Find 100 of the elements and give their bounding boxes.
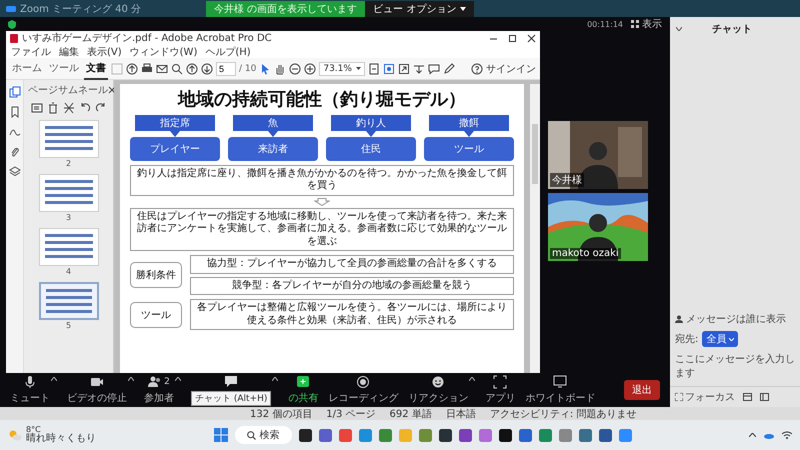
toolbar-button[interactable]: アプリ [485, 375, 516, 405]
rotate-left-icon[interactable] [78, 102, 90, 114]
print-icon[interactable] [141, 62, 153, 74]
zoom-in-icon[interactable] [304, 62, 316, 74]
paperclip-icon[interactable] [8, 146, 20, 158]
comment-icon[interactable] [428, 62, 440, 74]
message-field[interactable]: ここにメッセージを入力します [675, 352, 795, 382]
sign-in-button[interactable]: サインイン [486, 62, 536, 76]
app-icon[interactable] [298, 428, 312, 442]
concept-box: 来訪者 [228, 136, 318, 161]
full-screen-icon[interactable] [398, 62, 410, 74]
caret-icon [460, 6, 466, 10]
down-arrow-icon[interactable] [201, 62, 213, 74]
panel-title: ページサムネール [28, 84, 108, 97]
rotate-right-icon[interactable] [94, 102, 106, 114]
toolbar-button[interactable]: ビデオの停止 [67, 375, 127, 405]
focus-button[interactable]: フォーカス [675, 390, 735, 404]
down-arrow-icon [464, 130, 474, 137]
wifi-icon[interactable] [782, 431, 792, 439]
recipient-label: 宛先: [675, 332, 698, 346]
whiteboard-icon [553, 375, 568, 389]
meeting-timer: 00:11:14 [587, 20, 623, 28]
slide-title: 地域の持続可能性（釣り堀モデル） [176, 89, 467, 111]
recipient-dropdown[interactable]: 全員 [702, 331, 738, 347]
menu-item[interactable]: ファイル [11, 44, 51, 58]
menu-item[interactable]: 表示(V) [87, 44, 122, 58]
windows-start-icon[interactable] [214, 428, 228, 442]
page-count: / 10 [239, 64, 256, 74]
tab[interactable]: ホーム [10, 58, 44, 80]
view-button[interactable]: 表示 [631, 17, 662, 31]
close-icon[interactable] [108, 86, 116, 94]
app-icon[interactable] [438, 428, 452, 442]
caret-icon[interactable] [469, 377, 476, 381]
caret-icon [356, 67, 361, 70]
toolbar-button[interactable]: の共有 [288, 375, 318, 405]
menu-item[interactable]: ウィンドウ(W) [130, 44, 198, 58]
people-icon [148, 375, 162, 389]
layout-icon[interactable] [760, 393, 769, 401]
caret-icon[interactable] [128, 377, 134, 381]
close-icon[interactable] [527, 34, 536, 42]
cursor-icon[interactable] [259, 62, 272, 74]
page-thumbnail[interactable] [38, 282, 98, 320]
trash-icon[interactable] [46, 102, 58, 114]
status-text: 1/3 ページ [326, 408, 376, 420]
page-number-field[interactable]: 5 [216, 62, 236, 76]
app-icon[interactable] [598, 428, 612, 442]
bookmark-icon[interactable] [8, 106, 20, 118]
shield-icon [8, 20, 16, 28]
app-icon[interactable] [498, 428, 512, 442]
page-number: 4 [66, 267, 72, 276]
layers-icon[interactable] [8, 166, 20, 178]
upload-icon[interactable] [126, 62, 138, 74]
view-options-button[interactable]: ビュー オプション [365, 0, 474, 16]
leave-button[interactable]: 退出 [624, 380, 660, 400]
caret-icon[interactable] [175, 377, 181, 381]
condition-box: 各プレイヤーは整備と広報ツールを使う。各ツールには、場所により使える条件と効果（来訪者、住民）が示される [190, 299, 514, 330]
toolbar-button[interactable]: リアクション [408, 375, 468, 405]
chevron-down-icon[interactable] [676, 27, 682, 31]
concept-box: ツール [424, 136, 514, 161]
description-box: 住民はプレイヤーの指定する地域に移動し、ツールを使って来訪者を待つ。来た来訪者にアンケートを実施して、参画者に加える。参画者数に応じて効果的なツールを選ぶ [130, 208, 514, 252]
up-arrow-icon[interactable] [186, 62, 198, 74]
layout-icon[interactable] [743, 393, 752, 401]
scroll-bar[interactable] [530, 84, 540, 373]
zoom-out-icon[interactable] [289, 62, 302, 74]
menu-item[interactable]: 編集 [59, 44, 79, 58]
status-text: 692 単語 [390, 408, 432, 420]
toolbar-button[interactable]: ホワイトボード [525, 375, 596, 405]
mail-icon[interactable] [156, 62, 168, 74]
hand-icon[interactable] [274, 62, 286, 74]
cloud-icon[interactable] [764, 432, 774, 438]
search-field[interactable]: 検索 [234, 426, 292, 444]
speech-bubble-icon [224, 374, 238, 388]
search-icon[interactable] [171, 62, 183, 74]
options-icon[interactable] [30, 102, 42, 114]
caret-icon[interactable] [51, 377, 57, 381]
pen-icon[interactable] [442, 62, 455, 74]
tab[interactable]: ツール [47, 58, 81, 80]
zoom-dropdown[interactable]: 73.1% [319, 62, 365, 76]
help-icon[interactable] [471, 62, 483, 74]
page-fit-icon[interactable] [368, 62, 380, 74]
scroll-mode-icon[interactable] [382, 62, 395, 74]
description-box: 釣り人は指定席に座り、撒餌を播き魚がかかるのを待つ。かかった魚を換金して餌を買う [130, 164, 514, 196]
toolbar-button[interactable]: レコーディング [328, 375, 398, 405]
page-thumbnail[interactable] [38, 174, 98, 212]
video-camera-icon [6, 4, 16, 12]
condition-label: ツール [130, 302, 182, 328]
page-thumbnail[interactable] [38, 228, 98, 266]
pages-icon[interactable] [8, 86, 20, 98]
sharing-banner: 今井様 の画面を表示しています [206, 0, 366, 16]
page-thumbnail[interactable] [38, 120, 98, 158]
menu-item[interactable]: ヘルプ(H) [205, 44, 251, 58]
status-text: 132 個の項目 [250, 408, 312, 420]
chevron-up-icon[interactable] [749, 433, 756, 437]
caret-icon[interactable] [272, 376, 278, 380]
toolbar-button[interactable]: ミュート [10, 375, 50, 405]
chat-button[interactable]: チャット (Alt+H) [191, 374, 272, 406]
maximize-icon[interactable] [508, 34, 517, 42]
toolbar-button[interactable]: 2 参加者 [144, 375, 174, 405]
participant-name: 今井様 [550, 173, 584, 187]
video-camera-icon [90, 375, 104, 389]
